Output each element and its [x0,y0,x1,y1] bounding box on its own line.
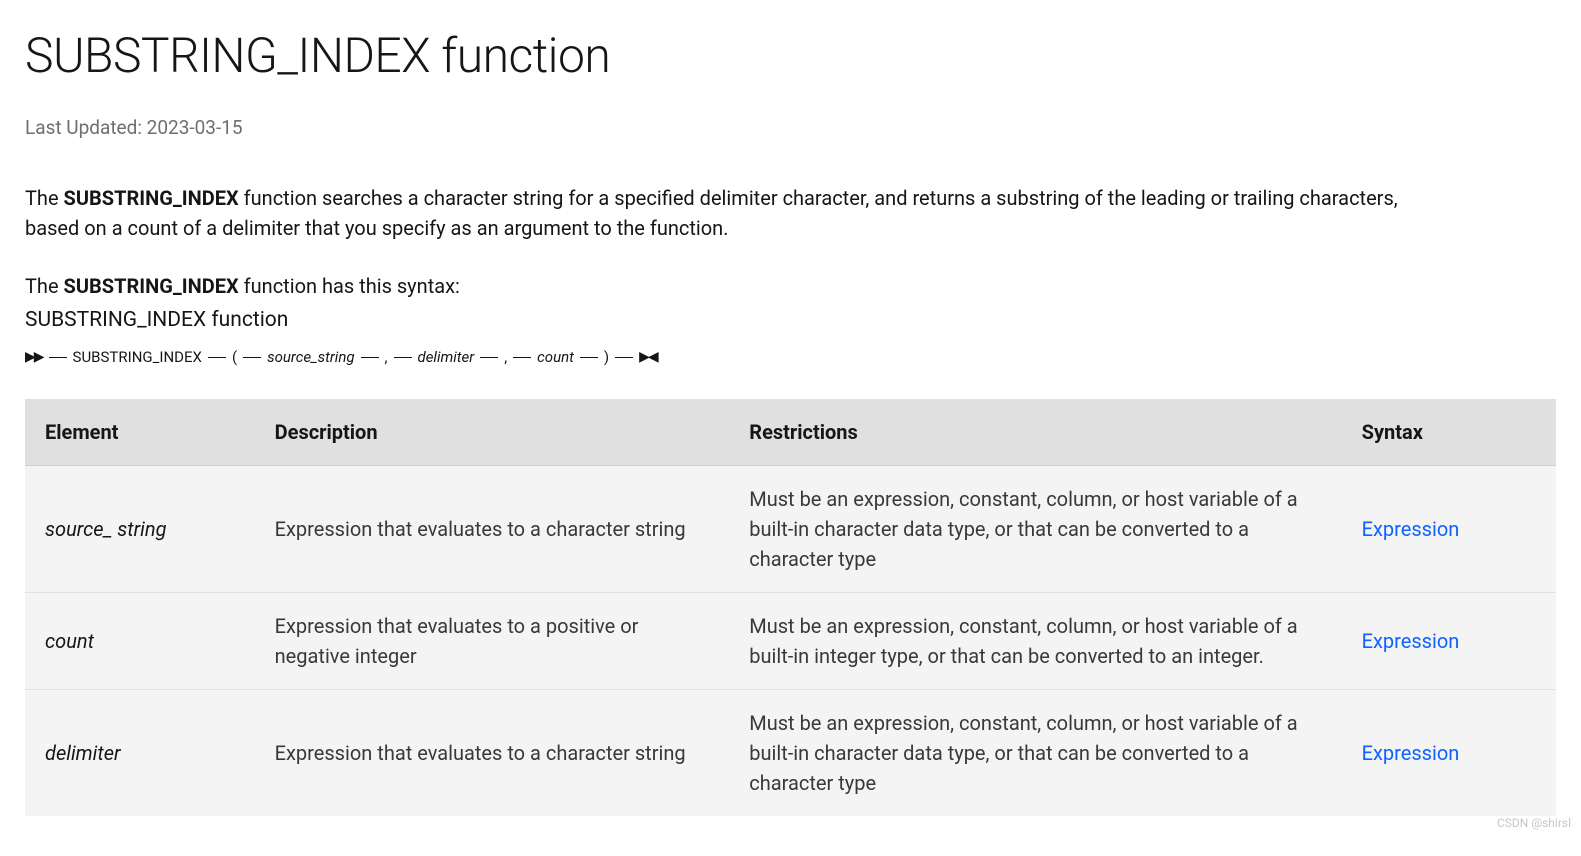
table-row: source_ string Expression that evaluates… [25,465,1556,592]
syntax-dash [361,357,379,358]
header-element: Element [25,399,255,466]
syntax-open-paren: ( [232,346,237,369]
syntax-keyword: SUBSTRING_INDEX [73,346,202,369]
cell-description: Expression that evaluates to a character… [255,689,730,816]
expression-link[interactable]: Expression [1362,629,1460,653]
cell-description: Expression that evaluates to a positive … [255,592,730,689]
cell-restrictions: Must be an expression, constant, column,… [729,592,1341,689]
syntax-dash [208,357,226,358]
syntax-end-icon: ▶◀ [639,347,657,368]
cell-element: count [25,592,255,689]
header-description: Description [255,399,730,466]
header-syntax: Syntax [1342,399,1556,466]
intro-prefix: The [25,186,64,210]
cell-syntax: Expression [1342,592,1556,689]
table-header-row: Element Description Restrictions Syntax [25,399,1556,466]
syntax-dash [580,357,598,358]
syntax-intro-rest: function has this syntax: [239,274,460,298]
cell-syntax: Expression [1342,689,1556,816]
syntax-comma: , [504,346,507,369]
intro-paragraph: The SUBSTRING_INDEX function searches a … [25,183,1455,243]
syntax-close-paren: ) [604,346,609,369]
syntax-intro-bold: SUBSTRING_INDEX [64,274,239,298]
syntax-start-icon: ▶▶ [25,347,43,368]
cell-element: source_ string [25,465,255,592]
syntax-dash [49,357,67,358]
cell-restrictions: Must be an expression, constant, column,… [729,465,1341,592]
syntax-param-delimiter: delimiter [418,346,475,369]
cell-description: Expression that evaluates to a character… [255,465,730,592]
syntax-dash [615,357,633,358]
cell-syntax: Expression [1342,465,1556,592]
header-restrictions: Restrictions [729,399,1341,466]
expression-link[interactable]: Expression [1362,741,1460,765]
cell-restrictions: Must be an expression, constant, column,… [729,689,1341,816]
parameters-table: Element Description Restrictions Syntax … [25,399,1556,816]
syntax-param-count: count [537,346,574,369]
table-row: delimiter Expression that evaluates to a… [25,689,1556,816]
syntax-param-source: source_string [267,346,354,369]
table-row: count Expression that evaluates to a pos… [25,592,1556,689]
syntax-intro: The SUBSTRING_INDEX function has this sy… [25,271,1556,301]
cell-element: delimiter [25,689,255,816]
intro-bold: SUBSTRING_INDEX [64,186,239,210]
syntax-dash [394,357,412,358]
function-label: SUBSTRING_INDEX function [25,305,1556,337]
syntax-dash [243,357,261,358]
syntax-intro-prefix: The [25,274,64,298]
watermark: CSDN @shirsl [1497,814,1571,832]
syntax-comma: , [385,346,388,369]
last-updated: Last Updated: 2023-03-15 [25,114,1556,143]
syntax-dash [513,357,531,358]
expression-link[interactable]: Expression [1362,517,1460,541]
syntax-dash [480,357,498,358]
page-title: SUBSTRING_INDEX function [25,20,1556,92]
syntax-diagram: ▶▶ SUBSTRING_INDEX ( source_string , del… [25,346,1556,369]
